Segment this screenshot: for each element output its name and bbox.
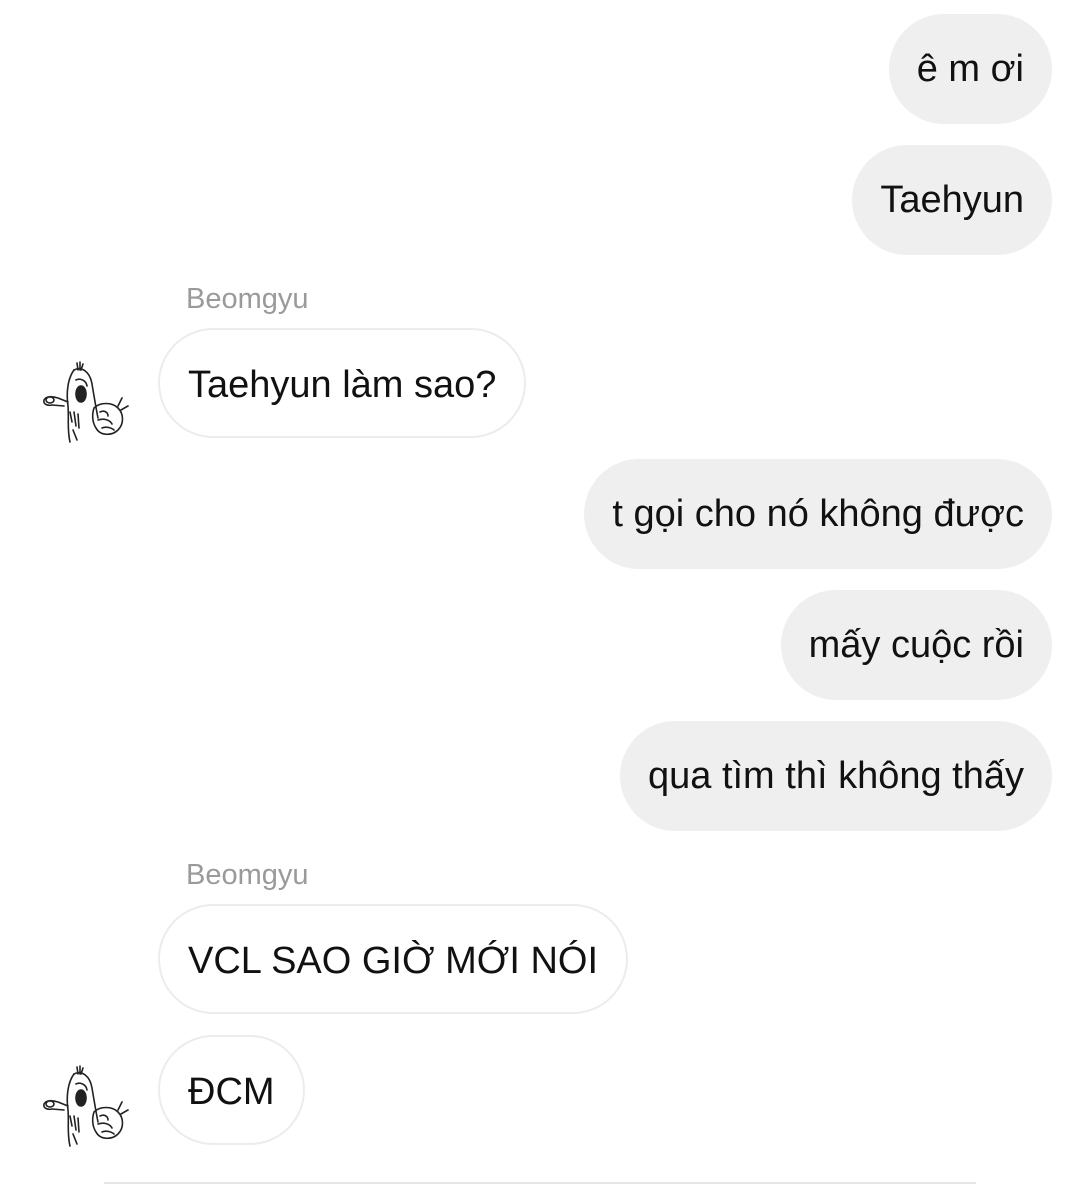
- received-message-bubble[interactable]: ĐCM: [158, 1035, 305, 1145]
- message-text: mấy cuộc rồi: [808, 624, 1024, 666]
- message-text: ê m ơi: [916, 48, 1024, 90]
- message-text: qua tìm thì không thấy: [647, 755, 1024, 797]
- sketch-figure-avatar-icon[interactable]: [38, 358, 130, 450]
- sketch-figure-avatar-icon[interactable]: [38, 1062, 130, 1154]
- message-text: t gọi cho nó không được: [612, 493, 1024, 535]
- sent-message-bubble[interactable]: ê m ơi: [888, 14, 1052, 124]
- sent-message-bubble[interactable]: t gọi cho nó không được: [584, 459, 1052, 569]
- message-text: Taehyun làm sao?: [188, 364, 497, 406]
- sent-message-bubble[interactable]: mấy cuộc rồi: [780, 590, 1052, 700]
- sent-message-bubble[interactable]: Taehyun: [852, 145, 1052, 255]
- sent-message-bubble[interactable]: qua tìm thì không thấy: [619, 721, 1052, 831]
- divider: [104, 1182, 976, 1184]
- message-text: VCL SAO GIỜ MỚI NÓI: [188, 940, 599, 982]
- message-text: Taehyun: [880, 179, 1024, 221]
- message-text: ĐCM: [188, 1071, 275, 1113]
- received-message-bubble[interactable]: VCL SAO GIỜ MỚI NÓI: [158, 904, 629, 1014]
- sender-name: Beomgyu: [186, 859, 309, 891]
- received-message-bubble[interactable]: Taehyun làm sao?: [158, 328, 527, 438]
- sender-name: Beomgyu: [186, 283, 309, 315]
